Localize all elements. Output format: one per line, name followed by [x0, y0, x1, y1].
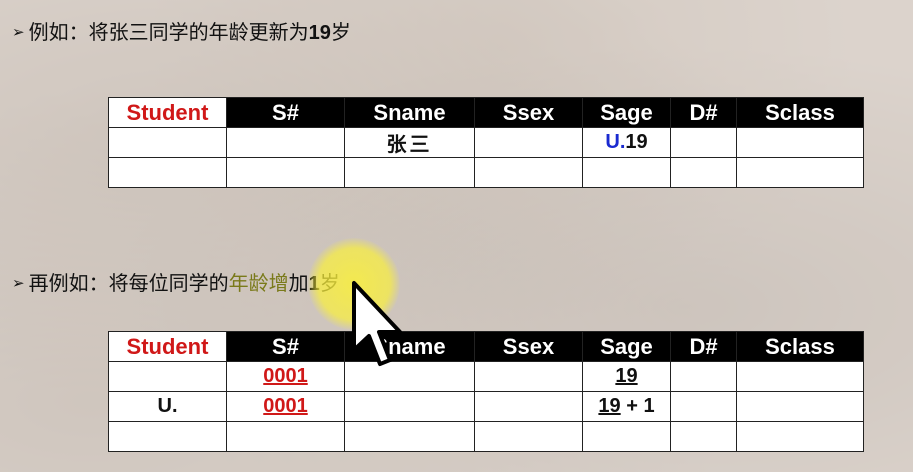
cell-sage[interactable]: U.19 — [582, 127, 671, 158]
empty-cell[interactable] — [474, 361, 583, 392]
relation-name: Student — [108, 331, 227, 362]
command-cell[interactable] — [108, 127, 227, 158]
bullet-arrow-icon: ➢ — [12, 23, 25, 41]
column-header: S# — [226, 331, 345, 362]
table-header-row: Student S# Sname Ssex Sage D# Sclass — [108, 331, 864, 362]
bullet-update-one: ➢ 例如：将张三同学的年龄更新为19岁 — [12, 16, 351, 45]
empty-cell[interactable] — [582, 157, 671, 188]
qbe-table-example-2: Student S# Sname Ssex Sage D# Sclass 000… — [108, 331, 864, 452]
column-header: S# — [226, 97, 345, 128]
empty-cell[interactable] — [736, 421, 864, 452]
empty-cell[interactable] — [108, 421, 227, 452]
empty-cell[interactable] — [226, 421, 345, 452]
cell-sname[interactable]: 张三 — [344, 127, 475, 158]
cell-sage[interactable]: 19 + 1 — [582, 391, 671, 422]
empty-cell[interactable] — [344, 361, 475, 392]
empty-cell[interactable] — [344, 157, 475, 188]
qbe-table-example-1: Student S# Sname Ssex Sage D# Sclass 张三 … — [108, 97, 864, 188]
column-header: Sname — [344, 331, 475, 362]
cell-d-number[interactable] — [670, 127, 737, 158]
column-header: D# — [670, 97, 737, 128]
command-cell[interactable]: U. — [108, 391, 227, 422]
column-header: Ssex — [474, 331, 583, 362]
column-header: Sname — [344, 97, 475, 128]
bullet-text: 加 — [288, 271, 309, 295]
cell-sclass[interactable] — [736, 127, 864, 158]
bullet-number: 19 — [308, 22, 331, 44]
bullet-text: 例如：将张三同学的年龄更新为 — [28, 20, 309, 44]
sage-increment: + 1 — [620, 395, 655, 417]
table-row: U. 0001 19 + 1 — [108, 391, 864, 422]
empty-cell[interactable] — [670, 157, 737, 188]
empty-cell[interactable] — [736, 391, 864, 422]
column-header: Sclass — [736, 331, 864, 362]
example-element: 19 — [615, 365, 638, 387]
column-header: Sclass — [736, 97, 864, 128]
table-row — [108, 421, 864, 452]
empty-cell[interactable] — [474, 391, 583, 422]
empty-cell[interactable] — [344, 421, 475, 452]
column-header: D# — [670, 331, 737, 362]
bullet-arrow-icon: ➢ — [12, 274, 25, 292]
command-cell[interactable] — [108, 361, 227, 392]
cell-ssex[interactable] — [474, 127, 583, 158]
bullet-suffix: 岁 — [319, 271, 340, 295]
cell-s-number[interactable]: 0001 — [226, 361, 345, 392]
empty-cell[interactable] — [474, 421, 583, 452]
empty-cell[interactable] — [474, 157, 583, 188]
table-row — [108, 157, 864, 188]
example-element: 19 — [598, 395, 621, 417]
sage-value: 19 — [625, 131, 648, 153]
empty-cell[interactable] — [226, 157, 345, 188]
empty-cell[interactable] — [736, 361, 864, 392]
update-prefix: U. — [605, 131, 626, 153]
example-element: 0001 — [263, 365, 308, 387]
example-element: 0001 — [263, 395, 308, 417]
relation-name: Student — [108, 97, 227, 128]
empty-cell[interactable] — [108, 157, 227, 188]
column-header: Ssex — [474, 97, 583, 128]
bullet-number: 1 — [308, 273, 320, 295]
cell-s-number[interactable]: 0001 — [226, 391, 345, 422]
table-row: 张三 U.19 — [108, 127, 864, 158]
empty-cell[interactable] — [344, 391, 475, 422]
bullet-update-all: ➢ 再例如：将每位同学的年龄增加1岁 — [12, 267, 340, 296]
column-header: Sage — [582, 97, 671, 128]
table-row: 0001 19 — [108, 361, 864, 392]
empty-cell[interactable] — [582, 421, 671, 452]
column-header: Sage — [582, 331, 671, 362]
bullet-highlighted-text: 年龄增 — [228, 271, 289, 295]
bullet-text: 再例如：将每位同学的 — [28, 271, 229, 295]
empty-cell[interactable] — [670, 391, 737, 422]
cell-sage[interactable]: 19 — [582, 361, 671, 392]
empty-cell[interactable] — [670, 361, 737, 392]
empty-cell[interactable] — [736, 157, 864, 188]
table-header-row: Student S# Sname Ssex Sage D# Sclass — [108, 97, 864, 128]
empty-cell[interactable] — [670, 421, 737, 452]
cell-s-number[interactable] — [226, 127, 345, 158]
bullet-suffix: 岁 — [330, 20, 351, 44]
